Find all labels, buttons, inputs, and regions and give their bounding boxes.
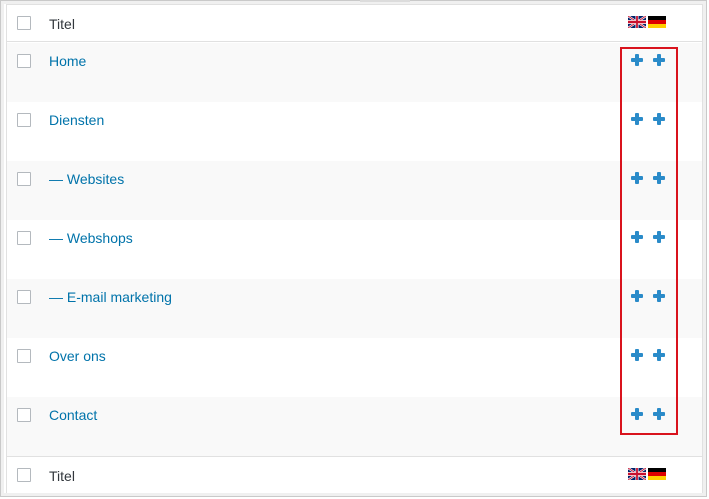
language-flags-footer — [628, 468, 666, 480]
pages-table: Titel Home Diensten — Websites — Webshop… — [6, 4, 703, 493]
table-row: — Webshops — [7, 220, 702, 279]
table-row: Diensten — [7, 102, 702, 161]
row-checkbox[interactable] — [17, 54, 31, 68]
page-title-link[interactable]: — Webshops — [49, 230, 133, 246]
row-checkbox[interactable] — [17, 231, 31, 245]
add-translation-buttons — [631, 408, 665, 420]
row-checkbox[interactable] — [17, 113, 31, 127]
table-footer: Titel — [7, 456, 702, 493]
row-checkbox[interactable] — [17, 349, 31, 363]
row-checkbox[interactable] — [17, 172, 31, 186]
language-flags — [628, 16, 666, 28]
top-scroll-accent — [360, 0, 410, 2]
title-column-header[interactable]: Titel — [49, 16, 75, 32]
table-row: Home — [7, 43, 702, 102]
add-translation-buttons — [631, 54, 665, 66]
table-row: Contact — [7, 397, 702, 456]
add-translation-buttons — [631, 290, 665, 302]
page-title-link[interactable]: Contact — [49, 407, 97, 423]
select-all-checkbox[interactable] — [17, 16, 31, 30]
page-title-link[interactable]: — Websites — [49, 171, 124, 187]
table-row: Over ons — [7, 338, 702, 397]
add-translation-en-icon[interactable] — [631, 113, 643, 125]
add-translation-en-icon[interactable] — [631, 408, 643, 420]
add-translation-en-icon[interactable] — [631, 290, 643, 302]
german-flag-icon — [648, 16, 666, 28]
table-row: — E-mail marketing — [7, 279, 702, 338]
add-translation-en-icon[interactable] — [631, 172, 643, 184]
uk-flag-icon — [628, 468, 646, 480]
add-translation-buttons — [631, 113, 665, 125]
add-translation-de-icon[interactable] — [653, 172, 665, 184]
add-translation-de-icon[interactable] — [653, 231, 665, 243]
page-title-link[interactable]: Over ons — [49, 348, 106, 364]
german-flag-icon — [648, 468, 666, 480]
table-row: — Websites — [7, 161, 702, 220]
row-checkbox[interactable] — [17, 290, 31, 304]
page-title-link[interactable]: Diensten — [49, 112, 104, 128]
page-title-link[interactable]: Home — [49, 53, 86, 69]
add-translation-de-icon[interactable] — [653, 349, 665, 361]
row-checkbox[interactable] — [17, 408, 31, 422]
title-column-footer[interactable]: Titel — [49, 468, 75, 484]
add-translation-buttons — [631, 349, 665, 361]
uk-flag-icon — [628, 16, 646, 28]
add-translation-de-icon[interactable] — [653, 408, 665, 420]
table-body: Home Diensten — Websites — Webshops — E-… — [7, 43, 702, 456]
add-translation-buttons — [631, 231, 665, 243]
add-translation-en-icon[interactable] — [631, 349, 643, 361]
add-translation-en-icon[interactable] — [631, 54, 643, 66]
select-all-checkbox-footer[interactable] — [17, 468, 31, 482]
table-header: Titel — [7, 5, 702, 42]
add-translation-de-icon[interactable] — [653, 54, 665, 66]
add-translation-de-icon[interactable] — [653, 290, 665, 302]
add-translation-buttons — [631, 172, 665, 184]
add-translation-de-icon[interactable] — [653, 113, 665, 125]
add-translation-en-icon[interactable] — [631, 231, 643, 243]
page-title-link[interactable]: — E-mail marketing — [49, 289, 172, 305]
